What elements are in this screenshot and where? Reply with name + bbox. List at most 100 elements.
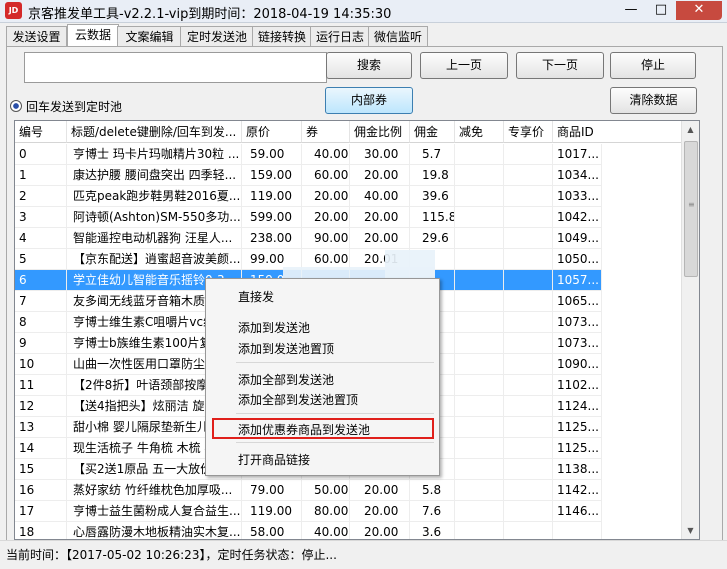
tab-wechat-monitor[interactable]: 微信监听 <box>368 26 428 47</box>
stop-button[interactable]: 停止 <box>610 52 696 79</box>
table-cell: 3.6 <box>410 522 455 539</box>
table-cell <box>455 522 504 539</box>
menu-item-add-all-to-pool-top[interactable]: 添加全部到发送池置顶 <box>238 391 358 408</box>
clear-data-button[interactable]: 清除数据 <box>610 87 697 114</box>
table-row[interactable]: 16 蒸好家纺 竹纤维枕色加厚吸... 79.00 50.00 20.00 5.8 1142… <box>15 480 602 501</box>
column-header-coupon[interactable]: 券 <box>302 121 350 143</box>
menu-item-direct-send[interactable]: 直接发 <box>238 288 274 305</box>
table-cell <box>455 291 504 312</box>
next-page-button[interactable]: 下一页 <box>516 52 604 79</box>
table-cell: 20.00 <box>302 207 350 228</box>
table-cell <box>455 375 504 396</box>
column-header-title[interactable]: 标题/delete键删除/回车到发... <box>67 121 242 143</box>
table-cell: 119.00 <box>242 186 302 207</box>
table-cell: 1065... <box>553 291 602 312</box>
table-cell: 20.00 <box>350 165 410 186</box>
table-cell: 1017... <box>553 144 602 165</box>
table-row[interactable]: 18 心唇露防漫木地板精油实木复... 58.00 40.00 20.00 3.6 <box>15 522 602 539</box>
table-cell: 9 <box>15 333 67 354</box>
table-cell: 1102... <box>553 375 602 396</box>
table-cell <box>455 438 504 459</box>
column-header-commission[interactable]: 佣金 <box>410 121 455 143</box>
table-cell: 13 <box>15 417 67 438</box>
scroll-down-icon[interactable]: ▼ <box>682 522 699 539</box>
tab-link-convert[interactable]: 链接转换 <box>252 26 312 47</box>
close-button[interactable]: ✕ <box>676 1 722 20</box>
table-cell: 1146... <box>553 501 602 522</box>
table-cell: 599.00 <box>242 207 302 228</box>
table-cell: 14 <box>15 438 67 459</box>
column-header-discount[interactable]: 减免 <box>455 121 504 143</box>
maximize-button[interactable]: □ <box>646 1 676 20</box>
menu-item-add-to-pool[interactable]: 添加到发送池 <box>238 319 310 336</box>
internal-coupon-button[interactable]: 内部券 <box>325 87 413 114</box>
menu-separator <box>236 362 434 363</box>
table-cell: 亨博士益生菌粉成人复合益生... <box>67 501 242 522</box>
tab-cloud-data[interactable]: 云数据 <box>67 24 119 48</box>
table-row[interactable]: 1 康达护腰 腰间盘突出 四季轻... 159.00 60.00 20.00 19.8 10… <box>15 165 602 186</box>
table-cell <box>504 270 553 291</box>
table-cell: 1124... <box>553 396 602 417</box>
table-cell: 10 <box>15 354 67 375</box>
table-cell <box>504 375 553 396</box>
table-cell: 3 <box>15 207 67 228</box>
grip-icon: ≡ <box>688 200 695 209</box>
table-cell: 15 <box>15 459 67 480</box>
table-row[interactable]: 0 亨博士 玛卡片玛咖精片30粒 ... 59.00 40.00 30.00 5.7 101… <box>15 144 602 165</box>
tab-copy-edit[interactable]: 文案编辑 <box>117 26 182 47</box>
menu-item-add-to-pool-top[interactable]: 添加到发送池置顶 <box>238 340 334 357</box>
table-cell: 7.6 <box>410 501 455 522</box>
table-cell <box>455 270 504 291</box>
menu-separator <box>236 413 434 414</box>
table-cell: 12 <box>15 396 67 417</box>
menu-item-add-coupon-items[interactable]: 添加优惠券商品到发送池 <box>238 421 370 438</box>
table-cell: 5.8 <box>410 480 455 501</box>
table-row[interactable]: 17 亨博士益生菌粉成人复合益生... 119.00 80.00 20.00 7.6 114… <box>15 501 602 522</box>
prev-page-button[interactable]: 上一页 <box>420 52 508 79</box>
table-cell <box>455 144 504 165</box>
table-cell <box>504 186 553 207</box>
context-menu: 直接发 添加到发送池 添加到发送池置顶 添加全部到发送池 添加全部到发送池置顶 … <box>205 278 440 476</box>
vertical-scrollbar[interactable]: ▲ ≡ ▼ <box>681 121 699 539</box>
table-row[interactable]: 2 匹克peak跑步鞋男鞋2016夏... 119.00 20.00 40.00 39.6… <box>15 186 602 207</box>
search-button[interactable]: 搜索 <box>326 52 412 79</box>
table-cell <box>504 522 553 539</box>
minimize-button[interactable]: — <box>616 1 646 20</box>
table-cell: 80.00 <box>302 501 350 522</box>
tab-run-log[interactable]: 运行日志 <box>310 26 370 47</box>
column-header-commission-rate[interactable]: 佣金比例 <box>350 121 410 143</box>
table-cell: 阿诗顿(Ashton)SM-550多功... <box>67 207 242 228</box>
table-cell <box>455 354 504 375</box>
table-cell: 康达护腰 腰间盘突出 四季轻... <box>67 165 242 186</box>
table-cell <box>455 312 504 333</box>
menu-separator <box>236 442 434 443</box>
table-cell <box>504 438 553 459</box>
menu-item-open-link[interactable]: 打开商品链接 <box>238 451 310 468</box>
tab-schedule-pool[interactable]: 定时发送池 <box>180 26 254 47</box>
table-row[interactable]: 3 阿诗顿(Ashton)SM-550多功... 599.00 20.00 20.00 1… <box>15 207 602 228</box>
table-cell <box>455 228 504 249</box>
table-cell <box>504 333 553 354</box>
menu-item-add-all-to-pool[interactable]: 添加全部到发送池 <box>238 371 334 388</box>
table-cell: 1073... <box>553 333 602 354</box>
column-header-id[interactable]: 编号 <box>15 121 67 143</box>
table-cell: 亨博士 玛卡片玛咖精片30粒 ... <box>67 144 242 165</box>
scroll-up-icon[interactable]: ▲ <box>682 121 699 138</box>
table-cell: 【京东配送】逍蜜超音波美颜... <box>67 249 242 270</box>
table-cell: 20.00 <box>350 480 410 501</box>
column-header-original-price[interactable]: 原价 <box>242 121 302 143</box>
tab-send-settings[interactable]: 发送设置 <box>6 26 67 47</box>
maximize-icon: □ <box>654 2 668 17</box>
table-cell: 4 <box>15 228 67 249</box>
column-header-exclusive-price[interactable]: 专享价 <box>504 121 553 143</box>
table-cell <box>504 501 553 522</box>
table-cell <box>504 459 553 480</box>
table-cell <box>504 228 553 249</box>
table-row[interactable]: 4 智能遥控电动机器狗 汪星人... 238.00 90.00 20.00 29.6 104… <box>15 228 602 249</box>
table-cell: 1050... <box>553 249 602 270</box>
column-header-product-id[interactable]: 商品ID <box>553 121 682 143</box>
table-cell: 心唇露防漫木地板精油实木复... <box>67 522 242 539</box>
search-input[interactable] <box>24 52 327 83</box>
scroll-thumb[interactable]: ≡ <box>684 141 698 277</box>
enter-to-schedule-radio[interactable]: 回车发送到定时池 <box>10 98 122 115</box>
